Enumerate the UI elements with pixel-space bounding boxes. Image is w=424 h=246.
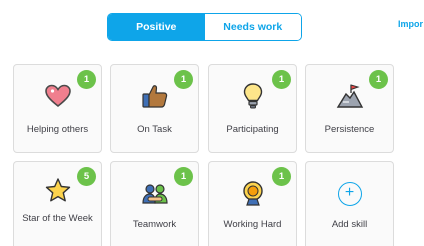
count-badge: 1 (272, 70, 291, 89)
skill-card-working-hard[interactable]: 1 Working Hard (208, 161, 297, 246)
count-badge: 1 (77, 70, 96, 89)
thumbs-up-icon (141, 85, 167, 108)
skill-label: Star of the Week (22, 213, 93, 224)
lightbulb-icon (243, 83, 262, 109)
tab-needs-work[interactable]: Needs work (204, 14, 301, 40)
heart-icon (44, 84, 71, 108)
skill-label: Persistence (324, 124, 375, 135)
medal-icon (242, 181, 263, 206)
import-link[interactable]: Impor (398, 19, 423, 29)
skill-card-participating[interactable]: 1 Participating (208, 64, 297, 153)
add-icon: + (337, 182, 362, 206)
skill-card-star-of-the-week[interactable]: 5 Star of the Week (13, 161, 102, 246)
skill-card-teamwork[interactable]: 1 Teamwork (110, 161, 199, 246)
skill-label: Participating (226, 124, 279, 135)
count-badge: 5 (77, 167, 96, 186)
skill-label: Helping others (26, 124, 89, 135)
count-badge: 1 (272, 167, 291, 186)
mountain-flag-icon (336, 84, 363, 108)
count-badge: 1 (174, 167, 193, 186)
star-icon (45, 178, 70, 202)
tab-positive[interactable]: Positive (108, 14, 205, 40)
skill-card-persistence[interactable]: 1 Persistence (305, 64, 394, 153)
positive-needswork-toggle: Positive Needs work (107, 13, 302, 41)
count-badge: 1 (174, 70, 193, 89)
skill-label: Teamwork (132, 219, 177, 230)
skill-label: On Task (137, 124, 172, 135)
skill-card-on-task[interactable]: 1 On Task (110, 64, 199, 153)
skill-label: Working Hard (223, 219, 282, 230)
teamwork-icon (141, 184, 168, 204)
add-skill-label: Add skill (331, 219, 368, 230)
add-skill-card[interactable]: + Add skill (305, 161, 394, 246)
count-badge: 1 (369, 70, 388, 89)
skill-card-helping-others[interactable]: 1 Helping others (13, 64, 102, 153)
